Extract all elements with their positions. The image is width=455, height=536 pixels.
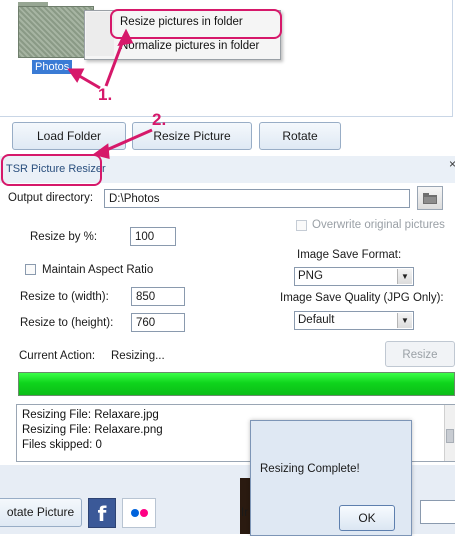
annotation-arrows [67,28,153,159]
annotation-1: 1. [98,85,113,104]
annotation-2: 2. [152,110,167,129]
